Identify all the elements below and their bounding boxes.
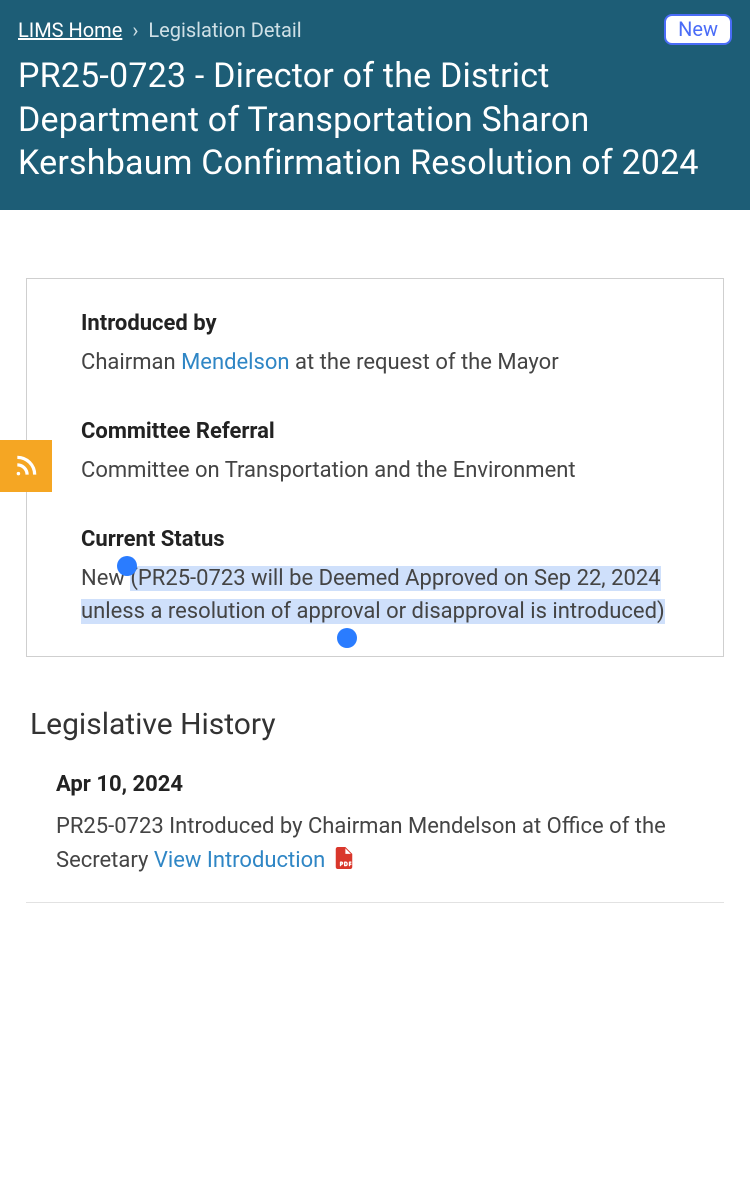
rss-button[interactable] — [0, 440, 52, 492]
view-introduction-link[interactable]: View Introduction — [154, 848, 325, 873]
page-header: LIMS Home › Legislation Detail New PR25-… — [0, 0, 750, 210]
status-highlight: (PR25-0723 will be Deemed Approved on Se… — [81, 566, 665, 624]
history-date: Apr 10, 2024 — [56, 768, 724, 802]
referral-value: Committee on Transportation and the Envi… — [81, 454, 693, 487]
status-label: Current Status — [81, 523, 693, 556]
introduced-label: Introduced by — [81, 307, 693, 340]
breadcrumb-current: Legislation Detail — [148, 18, 301, 42]
introduced-block: Introduced by Chairman Mendelson at the … — [81, 307, 693, 379]
status-block: Current Status New (PR25-0723 will be De… — [81, 523, 693, 628]
introduced-value: Chairman Mendelson at the request of the… — [81, 346, 693, 379]
referral-label: Committee Referral — [81, 415, 693, 448]
chevron-right-icon: › — [132, 18, 138, 42]
status-value: New (PR25-0723 will be Deemed Approved o… — [81, 566, 665, 624]
introduced-prefix: Chairman — [81, 350, 181, 375]
history-text: PR25-0723 Introduced by Chairman Mendels… — [56, 810, 724, 880]
introduced-suffix: at the request of the Mayor — [290, 350, 559, 375]
breadcrumb-row: LIMS Home › Legislation Detail New — [18, 14, 732, 45]
content-area: Introduced by Chairman Mendelson at the … — [0, 210, 750, 913]
selection-start-handle[interactable] — [117, 556, 137, 576]
breadcrumb: LIMS Home › Legislation Detail — [18, 18, 302, 42]
introducer-link[interactable]: Mendelson — [181, 350, 290, 375]
info-card: Introduced by Chairman Mendelson at the … — [26, 278, 724, 657]
pdf-icon[interactable] — [335, 846, 353, 880]
selection-end-handle[interactable] — [337, 628, 357, 648]
history-body: PR25-0723 Introduced by Chairman Mendels… — [56, 814, 666, 873]
rss-icon — [13, 453, 39, 479]
new-badge: New — [664, 14, 732, 45]
breadcrumb-home-link[interactable]: LIMS Home — [18, 18, 122, 42]
history-section-title: Legislative History — [30, 707, 724, 742]
page-title: PR25-0723 - Director of the District Dep… — [18, 55, 732, 186]
referral-block: Committee Referral Committee on Transpor… — [81, 415, 693, 487]
history-item: Apr 10, 2024 PR25-0723 Introduced by Cha… — [26, 768, 724, 903]
